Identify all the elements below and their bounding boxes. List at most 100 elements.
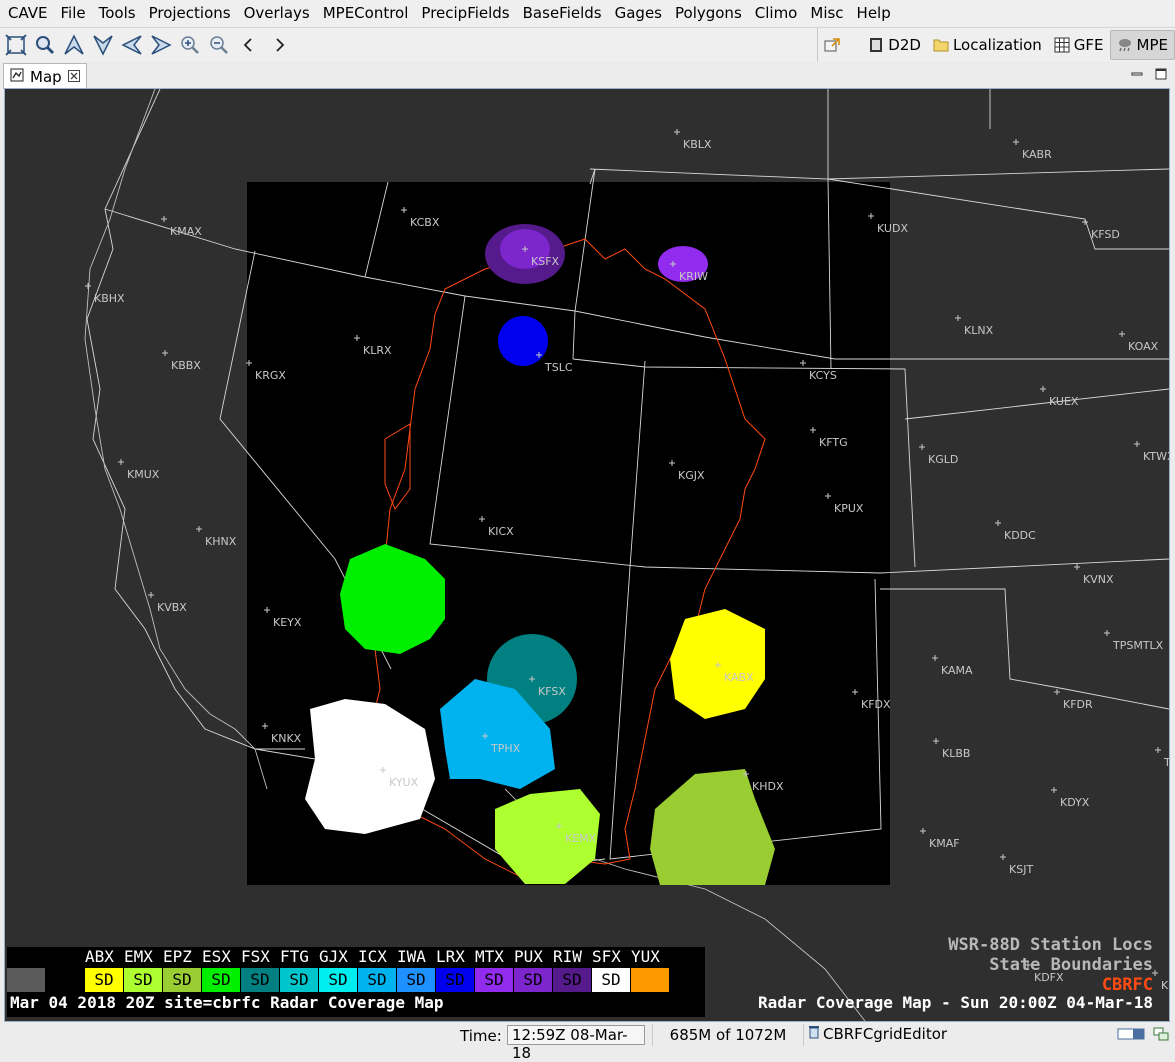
close-icon[interactable] [67,68,80,86]
overlay-station-locs[interactable]: WSR-88D Station Locs [948,935,1153,955]
legend-swatch: SD [163,968,202,992]
station-marker [1104,630,1110,636]
perspective-mpe[interactable]: MPE [1109,30,1175,60]
station-marker [1054,689,1060,695]
legend-swatch: SD [553,968,592,992]
station-label: KGR [1161,979,1169,992]
perspective-gfe[interactable]: GFE [1048,31,1110,59]
legend-swatch [631,968,670,992]
status-icons [1117,1027,1169,1045]
network-icon[interactable] [1153,1027,1169,1045]
perspective-label: MPE [1136,36,1168,54]
perspective-label: Localization [952,36,1042,54]
radar-legend: ABX EMX EPZ ESX FSX FTG GJX ICX IWA LRX MTX PUX RIW S… [7,947,705,1017]
map-icon [10,68,24,86]
menu-cave[interactable]: CAVE [0,0,53,26]
legend-code: ABX [85,947,114,966]
legend-swatch: SD [85,968,124,992]
menu-file[interactable]: File [53,0,91,26]
menu-gages[interactable]: Gages [607,0,667,26]
menu-misc[interactable]: Misc [802,0,848,26]
zoom-extent-icon[interactable] [3,32,29,58]
tab-map[interactable]: Map [3,63,87,89]
menu-bar: CAVE File Tools Projections Overlays MPEContr… [0,0,1175,26]
trash-icon [808,1025,820,1043]
menu-tools[interactable]: Tools [91,0,141,26]
legend-swatch: SD [124,968,163,992]
legend-code: LRX [436,947,465,966]
magnifier-icon[interactable] [32,32,58,58]
station-marker [933,738,939,744]
menu-projections[interactable]: Projections [141,0,236,26]
station-marker [196,526,202,532]
station-marker [1040,386,1046,392]
menu-help[interactable]: Help [849,0,896,26]
grid-icon [1054,37,1070,53]
station-label: KVBX [157,601,187,614]
overlay-cbrfc[interactable]: CBRFC [948,975,1153,995]
station-marker [1134,441,1140,447]
legend-code: EPZ [163,947,192,966]
time-field[interactable]: 12:59Z 08-Mar-18 [507,1025,645,1062]
legend-code: YUX [631,947,660,966]
grid-editor-status[interactable]: CBRFCgridEditor [808,1025,947,1043]
station-marker [1000,854,1006,860]
minimize-icon[interactable] [1131,66,1143,84]
menu-basefields[interactable]: BaseFields [515,0,607,26]
station-label: KYUX [389,776,419,789]
legend-swatch: SD [397,968,436,992]
menu-overlays[interactable]: Overlays [236,0,315,26]
arrow-up-icon[interactable] [61,32,87,58]
legend-code: EMX [124,947,153,966]
station-label: KFDX [861,698,891,711]
arrow-down-icon[interactable] [90,32,116,58]
arrow-right-icon[interactable] [148,32,174,58]
station-label: KUDX [877,222,908,235]
station-label: KLBB [942,747,970,760]
station-marker [932,655,938,661]
perspective-label: D2D [888,36,921,54]
station-marker [148,592,154,598]
legend-code: ICX [358,947,387,966]
legend-colorbar: SD SD SD SD SD SD SD SD SD SD SD SD SD SD [7,968,670,992]
legend-code: FTG [280,947,309,966]
map-canvas[interactable]: KBLX KABR KCBX KUDX KMAX KFSD KSFX KRIW KBHX KLNX… [5,89,1169,1021]
legend-code: RIW [553,947,582,966]
layout-icon[interactable] [1117,1027,1145,1045]
station-label: KLRX [363,344,392,357]
menu-climo[interactable]: Climo [747,0,803,26]
forward-icon[interactable] [266,32,292,58]
arrow-left-icon[interactable] [119,32,145,58]
station-label: KMAF [929,837,960,850]
zoom-in-icon[interactable] [177,32,203,58]
map-title: Radar Coverage Map - Sun 20:00Z 04-Mar-1… [758,993,1153,1012]
station-label: KDYX [1060,796,1090,809]
legend-swatch: SD [436,968,475,992]
legend-swatch: SD [358,968,397,992]
rain-cloud-icon [1117,37,1133,53]
station-label: KFSX [538,685,566,698]
maximize-icon[interactable] [1155,66,1167,84]
station-label: KGJX [678,469,705,482]
map-display[interactable]: KBLX KABR KCBX KUDX KMAX KFSD KSFX KRIW KBHX KLNX… [4,88,1170,1022]
station-label: KHDX [752,780,784,793]
zoom-out-icon[interactable] [206,32,232,58]
d2d-icon [868,37,884,53]
main-toolbar: D2D Localization GFE MPE [0,27,1175,63]
perspective-localization[interactable]: Localization [927,31,1048,59]
back-icon[interactable] [236,32,262,58]
station-marker [919,444,925,450]
open-perspective-button[interactable] [818,31,850,59]
station-label: KAMA [941,664,973,677]
menu-precipfields[interactable]: PrecipFields [413,0,514,26]
legend-code: IWA [397,947,426,966]
menu-mpecontrol[interactable]: MPEControl [315,0,414,26]
legend-swatch [46,968,85,992]
perspective-d2d[interactable]: D2D [862,31,927,59]
overlay-state-boundaries[interactable]: State Boundaries [948,955,1153,975]
station-label: KBBX [171,359,201,372]
legend-swatch: SD [241,968,280,992]
perspective-label: GFE [1073,36,1104,54]
station-label: KEMX [565,832,597,845]
menu-polygons[interactable]: Polygons [667,0,747,26]
